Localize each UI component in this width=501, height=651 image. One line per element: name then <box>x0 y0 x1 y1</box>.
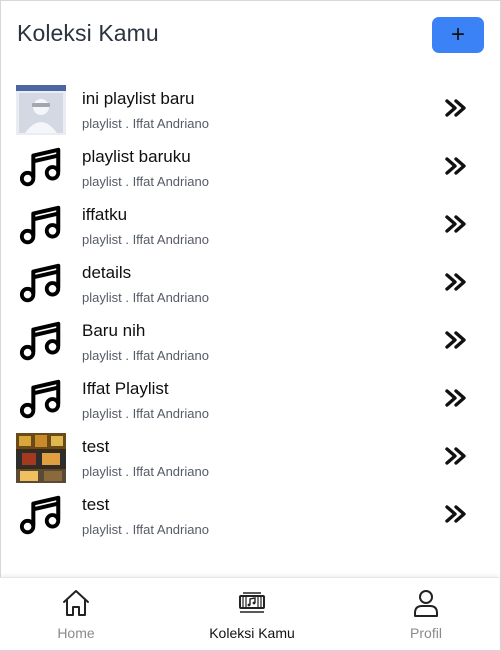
plus-icon: + <box>450 21 465 48</box>
nav-profil-label: Profil <box>410 625 442 641</box>
double-chevron-right-icon[interactable] <box>444 386 468 410</box>
nav-profil[interactable]: Profil <box>366 588 486 641</box>
playlist-thumb <box>16 201 66 251</box>
user-icon <box>414 590 438 617</box>
double-chevron-right-icon[interactable] <box>444 502 468 526</box>
photo-cover <box>16 433 66 483</box>
playlist-name: test <box>82 495 110 514</box>
home-icon <box>63 590 89 616</box>
playlist-thumb <box>16 85 66 135</box>
library-icon <box>239 592 265 613</box>
nav-koleksi[interactable]: Koleksi Kamu <box>192 588 312 641</box>
double-chevron-right-icon[interactable] <box>444 444 468 468</box>
playlist-thumb <box>16 491 66 541</box>
music-note-icon <box>19 147 61 187</box>
music-note-icon <box>19 379 61 419</box>
playlist-subtitle: playlist . Iffat Andriano <box>82 116 209 131</box>
add-playlist-button[interactable]: + <box>432 17 484 53</box>
playlist-name: ini playlist baru <box>82 89 195 108</box>
playlist-name: iffatku <box>82 205 128 224</box>
playlist-row[interactable]: test playlist . Iffat Andriano <box>0 433 501 483</box>
playlist-name: playlist baruku <box>82 147 191 166</box>
page-header: Koleksi Kamu <box>17 20 159 47</box>
playlist-thumb <box>16 143 66 193</box>
photo-avatar <box>16 85 66 135</box>
playlist-thumb <box>16 317 66 367</box>
playlist-row[interactable]: Baru nih playlist . Iffat Andriano <box>0 317 501 367</box>
music-note-icon <box>19 263 61 303</box>
playlist-thumb <box>16 375 66 425</box>
playlist-row[interactable]: ini playlist baru playlist . Iffat Andri… <box>0 85 501 135</box>
playlist-row[interactable]: Iffat Playlist playlist . Iffat Andriano <box>0 375 501 425</box>
playlist-name: test <box>82 437 110 456</box>
playlist-subtitle: playlist . Iffat Andriano <box>82 290 209 305</box>
playlist-thumb <box>16 433 66 483</box>
nav-home[interactable]: Home <box>16 588 136 641</box>
playlist-thumb <box>16 259 66 309</box>
playlist-row[interactable]: iffatku playlist . Iffat Andriano <box>0 201 501 251</box>
double-chevron-right-icon[interactable] <box>444 328 468 352</box>
playlist-subtitle: playlist . Iffat Andriano <box>82 406 209 421</box>
playlist-subtitle: playlist . Iffat Andriano <box>82 174 209 189</box>
playlist-name: details <box>82 263 132 282</box>
playlist-row[interactable]: playlist baruku playlist . Iffat Andrian… <box>0 143 501 193</box>
music-note-icon <box>19 495 61 535</box>
playlist-subtitle: playlist . Iffat Andriano <box>82 348 209 363</box>
playlist-subtitle: playlist . Iffat Andriano <box>82 464 209 479</box>
nav-home-label: Home <box>57 625 95 641</box>
double-chevron-right-icon[interactable] <box>444 154 468 178</box>
playlist-name: Iffat Playlist <box>82 379 169 398</box>
double-chevron-right-icon[interactable] <box>444 212 468 236</box>
playlist-row[interactable]: test playlist . Iffat Andriano <box>0 491 501 541</box>
nav-koleksi-label: Koleksi Kamu <box>209 625 295 641</box>
bottom-nav: Home Koleksi Kamu Profil <box>0 577 499 650</box>
music-note-icon <box>19 205 61 245</box>
page-title: Koleksi Kamu <box>17 20 159 46</box>
double-chevron-right-icon[interactable] <box>444 96 468 120</box>
double-chevron-right-icon[interactable] <box>444 270 468 294</box>
playlist-subtitle: playlist . Iffat Andriano <box>82 522 209 537</box>
playlist-subtitle: playlist . Iffat Andriano <box>82 232 209 247</box>
music-note-icon <box>19 321 61 361</box>
playlist-row[interactable]: details playlist . Iffat Andriano <box>0 259 501 309</box>
playlist-name: Baru nih <box>82 321 146 340</box>
